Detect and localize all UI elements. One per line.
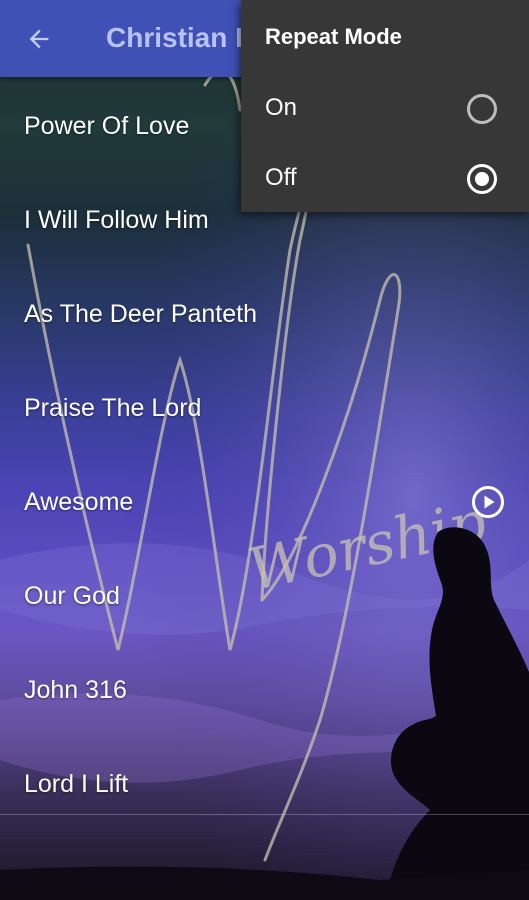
repeat-option-on[interactable]: On <box>241 74 529 144</box>
song-item-lord-i-lift[interactable]: Lord I Lift <box>0 737 529 831</box>
song-title: Our God <box>24 581 120 610</box>
song-item-as-the-deer-panteth[interactable]: As The Deer Panteth <box>0 267 529 361</box>
play-circle-icon[interactable] <box>471 485 505 519</box>
song-item-john-316[interactable]: John 316 <box>0 643 529 737</box>
app-screen: Worship Christian P Power Of Love I Will… <box>0 0 529 900</box>
toolbar-title: Christian P <box>106 22 254 53</box>
song-title: I Will Follow Him <box>24 205 209 234</box>
song-item-our-god[interactable]: Our God <box>0 549 529 643</box>
song-item-praise-the-lord[interactable]: Praise The Lord <box>0 361 529 455</box>
radio-checked-icon[interactable] <box>467 164 497 194</box>
song-item-awesome[interactable]: Awesome <box>0 455 529 549</box>
back-button[interactable] <box>14 14 64 64</box>
song-title: Praise The Lord <box>24 393 202 422</box>
song-title: Power Of Love <box>24 111 190 140</box>
repeat-mode-menu: Repeat Mode On Off <box>241 0 529 212</box>
song-title: Lord I Lift <box>24 769 129 798</box>
radio-unchecked-icon[interactable] <box>467 94 497 124</box>
song-title: Awesome <box>24 487 134 516</box>
repeat-option-label: On <box>265 94 298 121</box>
repeat-option-off[interactable]: Off <box>241 144 529 214</box>
repeat-mode-title: Repeat Mode <box>265 24 402 49</box>
list-divider <box>0 814 529 815</box>
song-title: As The Deer Panteth <box>24 299 258 328</box>
repeat-option-label: Off <box>265 164 297 191</box>
song-title: John 316 <box>24 675 127 704</box>
radio-dot <box>475 172 489 186</box>
arrow-left-icon <box>29 29 49 49</box>
